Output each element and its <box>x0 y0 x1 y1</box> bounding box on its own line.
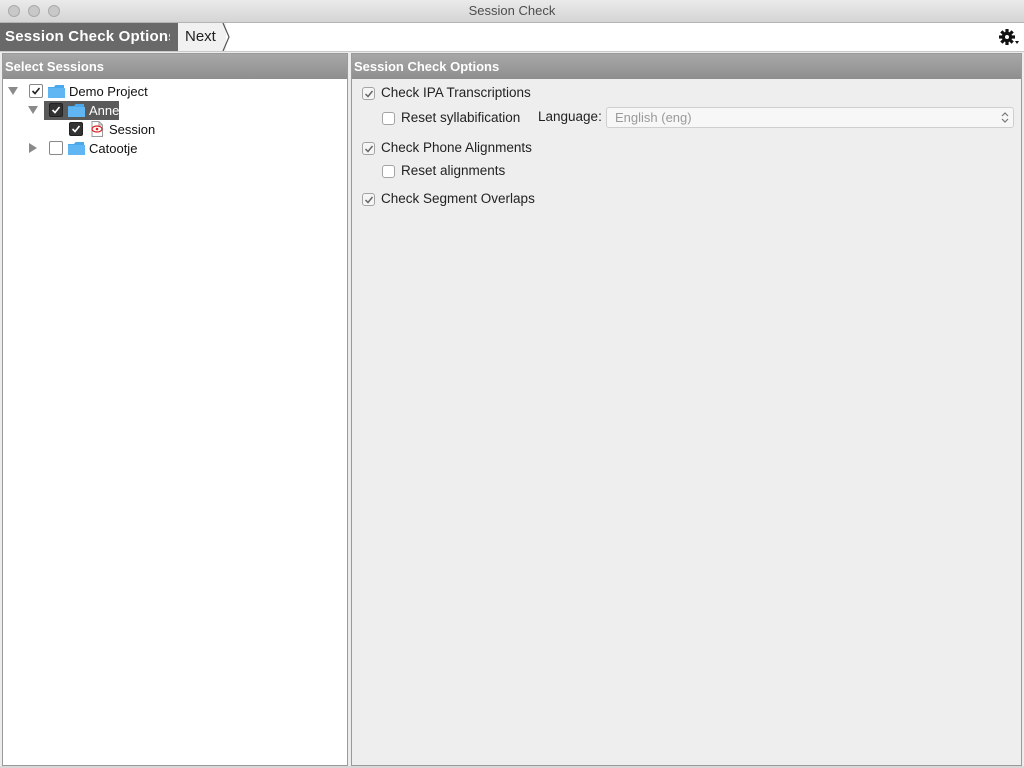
session-checkbox[interactable] <box>69 122 83 136</box>
tree-item-label: Anne <box>89 103 120 118</box>
check-segment-overlaps-label[interactable]: Check Segment Overlaps <box>381 191 535 206</box>
breadcrumb: Session Check Options Next <box>0 23 1024 52</box>
session-file-icon <box>91 121 103 137</box>
breadcrumb-next-label: Next <box>185 28 216 45</box>
session-check-options-title: Session Check Options <box>354 59 500 74</box>
reset-alignments-label[interactable]: Reset alignments <box>401 163 505 178</box>
session-check-options-panel: Session Check Options Check IPA Transcri… <box>351 53 1022 766</box>
folder-icon <box>68 104 85 117</box>
check-phone-alignments-label[interactable]: Check Phone Alignments <box>381 140 532 155</box>
reset-alignments-checkbox[interactable] <box>382 165 395 178</box>
check-segment-overlaps-checkbox[interactable] <box>362 193 375 206</box>
select-sessions-header: Select Sessions <box>3 54 347 79</box>
folder-icon <box>48 85 65 98</box>
breadcrumb-current-label: Session Check Options <box>5 28 177 45</box>
check-phone-alignments-checkbox[interactable] <box>362 142 375 155</box>
breadcrumb-current-step: Session Check Options <box>0 23 180 51</box>
reset-syllabification-label[interactable]: Reset syllabification <box>401 110 520 125</box>
tree-item-anne[interactable]: Anne <box>3 101 343 120</box>
expand-toggle-icon[interactable] <box>29 143 37 153</box>
expand-toggle-icon[interactable] <box>8 87 18 95</box>
session-check-options-header: Session Check Options <box>352 54 1021 79</box>
breadcrumb-next-button[interactable]: Next <box>178 23 226 51</box>
tree-item-label: Session <box>109 122 156 137</box>
check-ipa-checkbox[interactable] <box>362 87 375 100</box>
window-title: Session Check <box>468 3 556 18</box>
folder-icon <box>68 142 85 155</box>
title-bar: Session Check <box>0 0 1024 23</box>
tree-item-label: Catootje <box>89 141 138 156</box>
demo-project-checkbox[interactable] <box>29 84 43 98</box>
tree-item-session[interactable]: Session <box>3 120 343 139</box>
catootje-checkbox[interactable] <box>49 141 63 155</box>
language-select-value: English (eng) <box>615 110 692 125</box>
language-label: Language: <box>538 109 602 124</box>
expand-toggle-icon[interactable] <box>28 106 38 114</box>
breadcrumb-next-chevron-icon <box>222 23 230 51</box>
anne-checkbox[interactable] <box>49 103 63 117</box>
tree-item-catootje[interactable]: Catootje <box>3 139 343 158</box>
select-sessions-panel: Select Sessions Demo Project Anne Sessio… <box>2 53 348 766</box>
tree-item-label: Demo Project <box>69 84 148 99</box>
select-arrows-icon <box>1001 112 1009 123</box>
gear-icon[interactable] <box>998 26 1020 48</box>
reset-syllabification-checkbox[interactable] <box>382 112 395 125</box>
language-select[interactable]: English (eng) <box>606 107 1014 128</box>
tree-item-demo-project[interactable]: Demo Project <box>3 82 343 101</box>
check-ipa-label[interactable]: Check IPA Transcriptions <box>381 85 531 100</box>
select-sessions-title: Select Sessions <box>5 59 104 74</box>
